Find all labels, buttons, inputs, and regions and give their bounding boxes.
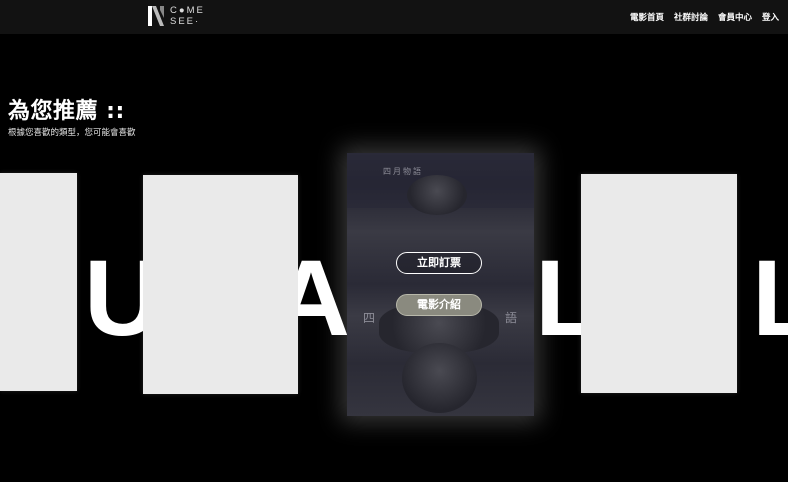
section-subtitle: 根據您喜歡的類型，您可能會喜歡 [8,128,136,138]
section-title: 為您推薦 :: [8,99,125,124]
book-now-button[interactable]: 立即訂票 [396,252,482,274]
featured-movie-card[interactable]: 四月物語 四 語 立即訂票 電影介紹 [347,153,534,416]
poster-figure [407,175,467,215]
poster-side-char-right: 語 [505,311,518,325]
movie-card[interactable] [581,174,737,393]
poster-side-char-left: 四 [363,311,376,325]
movie-info-button[interactable]: 電影介紹 [396,294,482,316]
poster-caption: 四月物語 [383,167,423,176]
poster-figure [402,343,477,413]
bg-letter: L [752,237,788,358]
movie-card[interactable] [143,175,298,394]
movie-card[interactable] [0,173,77,391]
